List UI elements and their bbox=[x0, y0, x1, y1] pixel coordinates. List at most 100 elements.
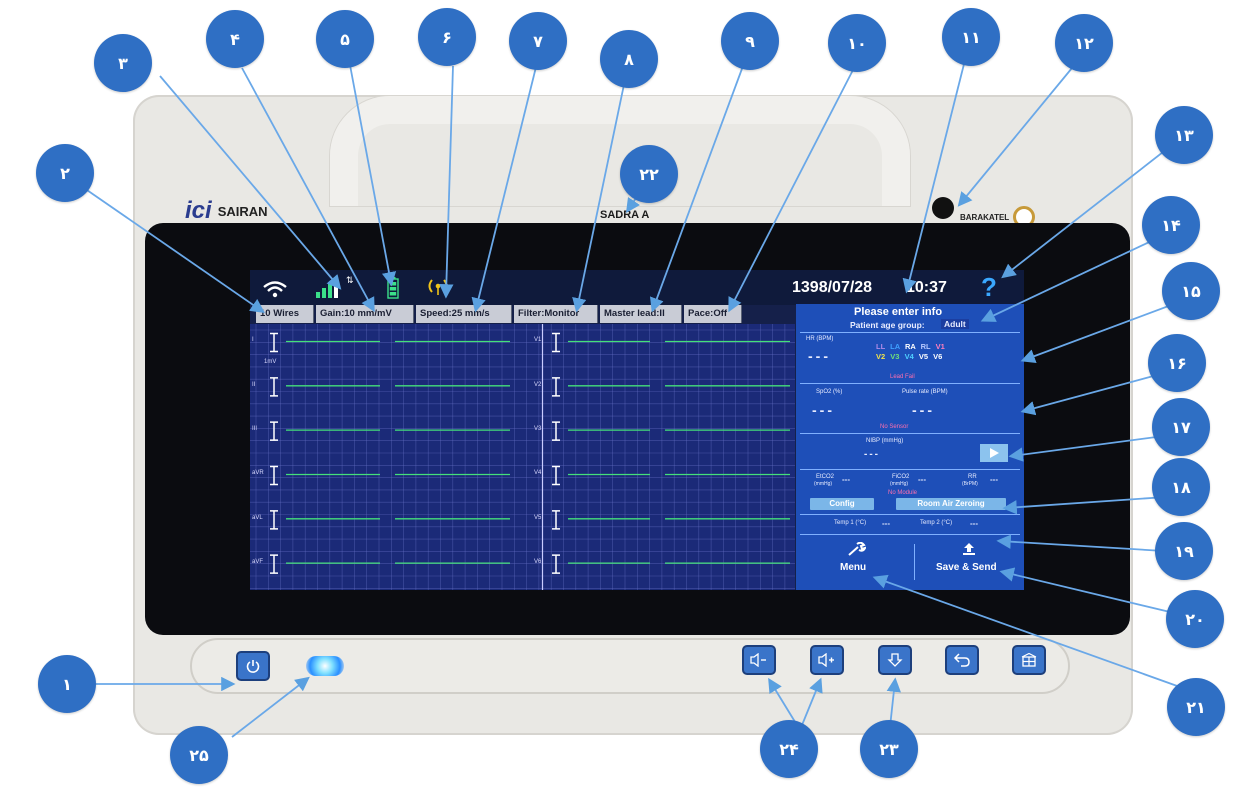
callout-6: ۶ bbox=[418, 8, 476, 66]
electrode-v5: V5 bbox=[918, 352, 929, 361]
volume-up-button[interactable] bbox=[810, 645, 844, 675]
hr-label: HR (BPM) bbox=[806, 336, 834, 342]
calibration-mark bbox=[552, 554, 560, 574]
callout-7: ۷ bbox=[509, 12, 567, 70]
callout-9: ۹ bbox=[721, 12, 779, 70]
panel-divider bbox=[800, 514, 1020, 515]
age-group-value[interactable]: Adult bbox=[941, 319, 969, 329]
play-icon bbox=[990, 448, 999, 458]
callout-14: ۱۴ bbox=[1142, 196, 1200, 254]
help-icon[interactable]: ? bbox=[981, 272, 997, 303]
tab-wires[interactable]: 10 Wires bbox=[256, 305, 314, 323]
fico2-label: FiCO2 bbox=[892, 474, 910, 480]
electrode-v4: V4 bbox=[904, 352, 914, 361]
callout-18: ۱۸ bbox=[1152, 458, 1210, 516]
temp2-value: --- bbox=[970, 519, 978, 528]
spo2-value: --- bbox=[812, 402, 835, 418]
calibration-mark bbox=[270, 421, 278, 441]
scale-label: 1mV bbox=[264, 359, 277, 365]
date-display: 1398/07/28 bbox=[792, 279, 873, 296]
figure: ici SAIRAN SADRA A BARAKATEL ⇅ 1398/07/2… bbox=[0, 0, 1251, 788]
callout-4: ۴ bbox=[206, 10, 264, 68]
callout-20: ۲۰ bbox=[1166, 590, 1224, 648]
usb-transfer-icon: ⇅ bbox=[346, 276, 354, 286]
callout-13: ۱۳ bbox=[1155, 106, 1213, 164]
temp1-value: --- bbox=[882, 519, 890, 528]
patient-info-panel: Please enter info Patient age group: Adu… bbox=[796, 304, 1024, 590]
calibration-mark bbox=[552, 421, 560, 441]
lead-label-aVL: aVL bbox=[252, 514, 263, 521]
etco2-value: --- bbox=[842, 475, 850, 484]
electrode-v2: V2 bbox=[876, 352, 886, 361]
volume-down-icon bbox=[750, 653, 766, 667]
device-screen: ⇅ 1398/07/28 10:37 ? 10 Wires Gain:10 mm… bbox=[250, 270, 1024, 590]
callout-22: ۲۲ bbox=[620, 145, 678, 203]
hr-value: --- bbox=[808, 348, 831, 364]
callout-25: ۲۵ bbox=[170, 726, 228, 784]
callout-19: ۱۹ bbox=[1155, 522, 1213, 580]
upload-icon bbox=[963, 543, 975, 555]
callout-10: ۱۰ bbox=[828, 14, 886, 72]
lead-label-V2: V2 bbox=[534, 381, 542, 388]
ecg-waveform-area: I II III aVR aVL aVF V1 V2 V3 V4 V5 V6 1mV bbox=[250, 324, 795, 590]
lead-fail-alert: Lead Fail bbox=[890, 374, 915, 380]
nibp-value: --- bbox=[864, 449, 880, 460]
calibration-mark bbox=[270, 510, 278, 530]
lead-label-II: II bbox=[252, 381, 256, 388]
tab-filter[interactable]: Filter:Monitor bbox=[514, 305, 598, 323]
callout-17: ۱۷ bbox=[1152, 398, 1210, 456]
panel-divider bbox=[800, 433, 1020, 434]
tab-pace[interactable]: Pace:Off bbox=[684, 305, 742, 323]
electrode-ra: RA bbox=[904, 342, 916, 351]
lead-label-V4: V4 bbox=[534, 470, 542, 477]
time-display: 10:37 bbox=[906, 279, 947, 296]
temp1-label: Temp 1 (°C) bbox=[834, 520, 867, 526]
home-icon bbox=[1021, 653, 1037, 667]
callout-11: ۱۱ bbox=[942, 8, 1000, 66]
rr-unit: (BrPM) bbox=[962, 481, 978, 487]
tab-gain[interactable]: Gain:10 mm/mV bbox=[316, 305, 414, 323]
callout-5: ۵ bbox=[316, 10, 374, 68]
lead-label-aVF: aVF bbox=[252, 559, 264, 566]
lead-label-V5: V5 bbox=[534, 514, 542, 521]
lead-label-V1: V1 bbox=[534, 337, 542, 344]
nibp-start-button[interactable] bbox=[980, 444, 1008, 462]
calibration-mark bbox=[552, 510, 560, 530]
lead-label-V3: V3 bbox=[534, 426, 542, 433]
room-air-zeroing-button[interactable]: Room Air Zeroing bbox=[896, 498, 1006, 510]
ecg-grid bbox=[250, 324, 795, 590]
pulse-rate-label: Pulse rate (BPM) bbox=[902, 389, 948, 395]
tab-speed[interactable]: Speed:25 mm/s bbox=[416, 305, 512, 323]
save-send-button[interactable]: Save & Send bbox=[918, 538, 1022, 586]
wifi-icon bbox=[263, 281, 287, 298]
back-button[interactable] bbox=[945, 645, 979, 675]
callout-23: ۲۳ bbox=[860, 720, 918, 778]
electrode-v3: V3 bbox=[890, 352, 900, 361]
calibration-mark bbox=[552, 377, 560, 397]
panel-header[interactable]: Please enter info bbox=[854, 306, 942, 318]
rr-value: --- bbox=[990, 475, 998, 484]
home-button[interactable] bbox=[1012, 645, 1046, 675]
callout-15: ۱۵ bbox=[1162, 262, 1220, 320]
panel-divider bbox=[800, 469, 1020, 470]
tab-master-lead[interactable]: Master lead:II bbox=[600, 305, 682, 323]
button-divider bbox=[914, 544, 915, 580]
wrench-icon bbox=[848, 542, 866, 556]
power-button[interactable] bbox=[236, 651, 270, 681]
volume-down-button[interactable] bbox=[742, 645, 776, 675]
brand-name: SAIRAN bbox=[217, 203, 268, 219]
calibration-mark bbox=[552, 465, 560, 486]
brand-area: ici SAIRAN bbox=[185, 197, 268, 225]
menu-button[interactable]: Menu bbox=[800, 538, 912, 586]
callout-1: ۱ bbox=[38, 655, 96, 713]
nibp-label: NIBP (mmHg) bbox=[866, 438, 904, 444]
calibration-mark bbox=[270, 554, 278, 574]
volume-up-icon bbox=[818, 653, 834, 667]
fico2-value: --- bbox=[918, 475, 926, 484]
arrow-down-button[interactable] bbox=[878, 645, 912, 675]
menu-label: Menu bbox=[840, 562, 867, 573]
config-button[interactable]: Config bbox=[810, 498, 874, 510]
back-icon bbox=[953, 653, 970, 667]
power-indicator-led bbox=[306, 656, 344, 676]
device-handle bbox=[330, 96, 910, 206]
